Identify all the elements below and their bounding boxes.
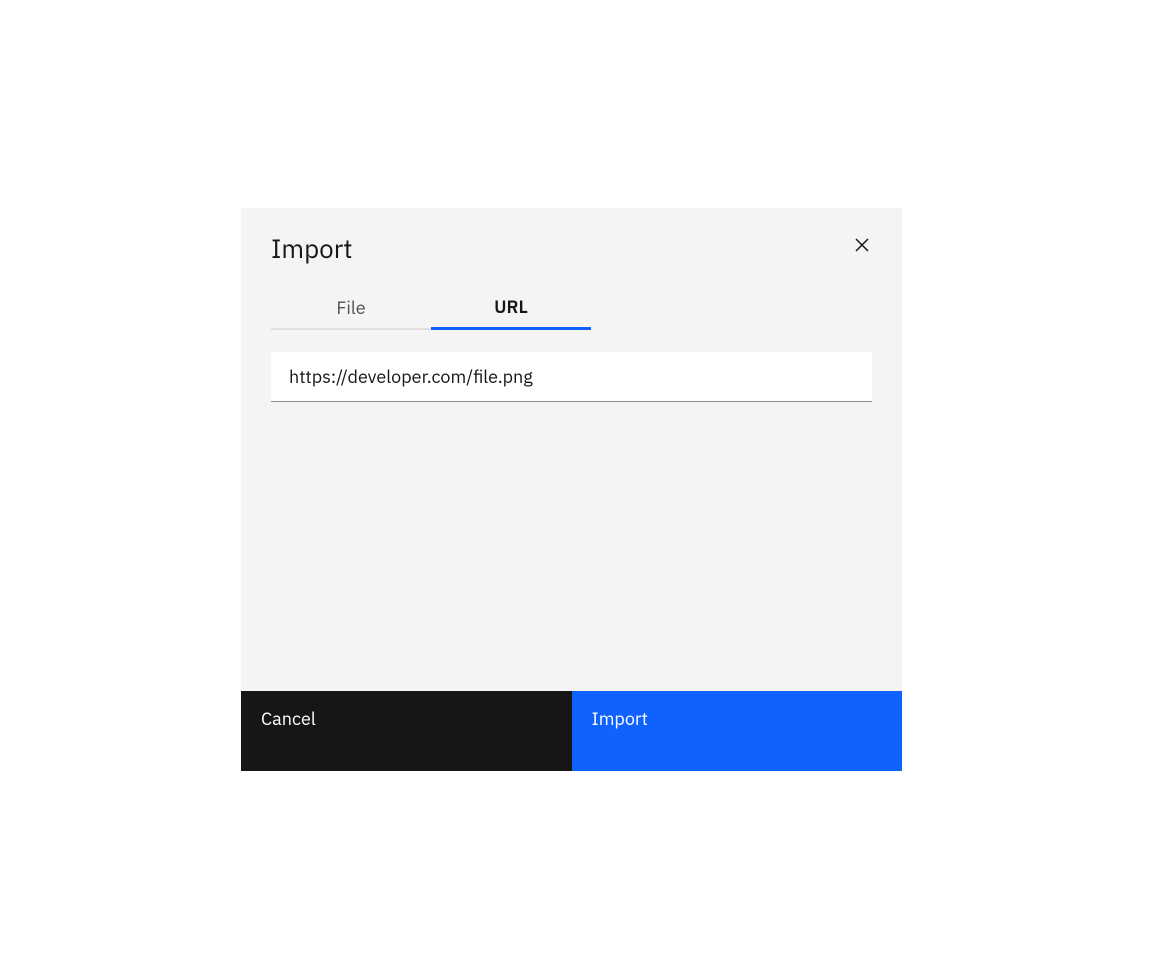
tabs: File URL (271, 290, 902, 330)
modal-header: Import (241, 208, 902, 266)
url-input-wrapper (271, 352, 872, 402)
tab-file-label: File (336, 296, 365, 323)
tab-url[interactable]: URL (431, 290, 591, 330)
import-button-label: Import (592, 707, 648, 730)
tab-url-label: URL (494, 295, 528, 322)
close-button[interactable] (850, 234, 874, 258)
modal-content (241, 330, 902, 691)
cancel-button[interactable]: Cancel (241, 691, 572, 771)
tab-file[interactable]: File (271, 290, 431, 330)
close-icon (854, 237, 870, 256)
import-modal: Import File URL Cancel Import (241, 208, 902, 771)
cancel-button-label: Cancel (261, 707, 316, 730)
modal-footer: Cancel Import (241, 691, 902, 771)
url-input[interactable] (271, 352, 872, 401)
modal-title: Import (271, 232, 353, 266)
import-button[interactable]: Import (572, 691, 903, 771)
